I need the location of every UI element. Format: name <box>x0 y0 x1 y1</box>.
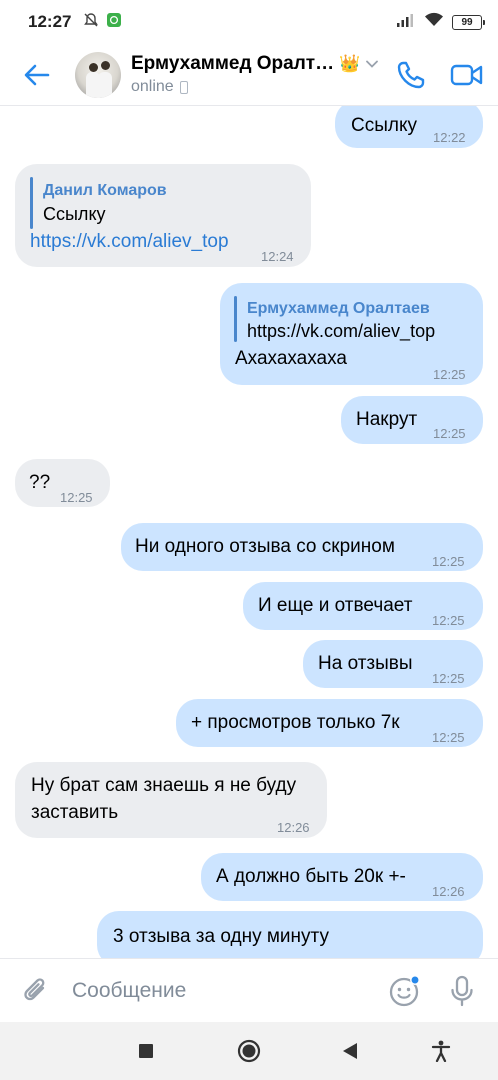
message-outgoing[interactable]: А должно быть 20к +- 12:26 <box>201 853 483 901</box>
message-time: 12:25 <box>432 554 465 569</box>
paperclip-icon <box>24 978 45 1001</box>
chat-title: Ермухаммед Оралт… <box>131 53 335 74</box>
message-text: + просмотров только 7к <box>191 712 400 733</box>
status-bar: 12:27 99 <box>0 0 498 44</box>
message-text: Ссылку <box>351 115 417 136</box>
voice-message-button[interactable] <box>440 969 484 1013</box>
phone-icon <box>397 61 425 89</box>
home-button[interactable] <box>229 1031 269 1071</box>
triangle-back-icon <box>343 1043 357 1059</box>
quote-text: Ссылку <box>43 204 106 224</box>
signal-icon <box>396 13 416 32</box>
message-outgoing[interactable]: Ни одного отзыва со скрином 12:25 <box>121 523 483 571</box>
back-arrow-icon <box>24 64 50 85</box>
message-outgoing[interactable]: + просмотров только 7к 12:25 <box>176 699 483 747</box>
bell-muted-icon <box>83 12 99 33</box>
message-link[interactable]: https://vk.com/aliev_top <box>30 229 229 255</box>
message-outgoing[interactable]: На отзывы 12:25 <box>303 640 483 688</box>
battery-indicator: 99 <box>452 14 485 30</box>
crown-emoji: 👑 <box>339 54 361 73</box>
message-incoming[interactable]: ?? 12:25 <box>15 459 110 507</box>
message-time: 12:25 <box>433 426 466 441</box>
online-status: online <box>131 78 174 95</box>
wifi-icon <box>424 12 444 32</box>
recents-button[interactable] <box>126 1031 166 1071</box>
accessibility-icon <box>431 1040 451 1062</box>
message-time: 12:22 <box>433 130 466 145</box>
message-text: На отзывы <box>318 653 413 674</box>
message-time: 12:24 <box>261 249 294 264</box>
message-text: Ни одного отзыва со скрином <box>135 536 395 557</box>
message-incoming[interactable]: Данил Комаров Ссылку https://vk.com/alie… <box>15 164 311 267</box>
message-text: И еще и отвечает <box>258 595 413 616</box>
message-composer: Сообщение <box>0 958 498 1022</box>
quote-text: https://vk.com/aliev_top <box>247 321 436 341</box>
message-text: А должно быть 20к +- <box>216 866 406 887</box>
message-time: 12:25 <box>432 613 465 628</box>
message-time: 12:25 <box>433 367 466 382</box>
microphone-icon <box>451 975 473 1007</box>
accessibility-button[interactable] <box>421 1031 461 1071</box>
call-button[interactable] <box>387 51 435 99</box>
message-text-line: Ну брат сам знаешь я не буду <box>31 775 297 796</box>
status-time: 12:27 <box>28 12 72 31</box>
message-text-line: заставить <box>31 802 119 823</box>
sticker-button[interactable] <box>382 969 426 1013</box>
chat-header: Ермухаммед Оралт… 👑 online <box>0 44 498 106</box>
video-icon <box>450 64 483 86</box>
attach-button[interactable] <box>14 969 58 1013</box>
message-text: Накрут <box>356 409 418 430</box>
back-system-button[interactable] <box>330 1031 370 1071</box>
app-notification-icon <box>107 12 122 32</box>
message-text: 3 отзыва за одну минуту <box>113 926 329 947</box>
system-nav-bar <box>0 1022 498 1080</box>
message-time: 12:25 <box>432 671 465 686</box>
smile-icon <box>389 975 420 1007</box>
chevron-down-icon <box>366 55 379 73</box>
mobile-device-icon <box>179 80 188 94</box>
message-text: ?? <box>29 472 51 493</box>
message-time: 12:26 <box>277 820 310 835</box>
message-outgoing[interactable]: Ссылку 12:22 <box>335 100 483 148</box>
message-time: 12:26 <box>432 884 465 899</box>
message-input[interactable]: Сообщение <box>72 973 362 1009</box>
chat-title-block[interactable]: Ермухаммед Оралт… 👑 online <box>131 53 379 96</box>
message-incoming[interactable]: Ну брат сам знаешь я не буду заставить 1… <box>15 762 327 838</box>
message-text: Ахахахахаха <box>235 348 347 369</box>
square-icon <box>139 1044 153 1058</box>
back-button[interactable] <box>12 50 62 100</box>
message-outgoing[interactable]: Ермухаммед Оралтаев https://vk.com/aliev… <box>220 283 483 385</box>
message-outgoing[interactable]: Накрут 12:25 <box>341 396 483 444</box>
message-time: 12:25 <box>60 490 93 505</box>
message-outgoing[interactable]: И еще и отвечает 12:25 <box>243 582 483 630</box>
avatar[interactable] <box>75 51 121 98</box>
message-time: 12:25 <box>432 730 465 745</box>
video-call-button[interactable] <box>443 51 491 99</box>
home-circle-icon <box>237 1039 261 1063</box>
